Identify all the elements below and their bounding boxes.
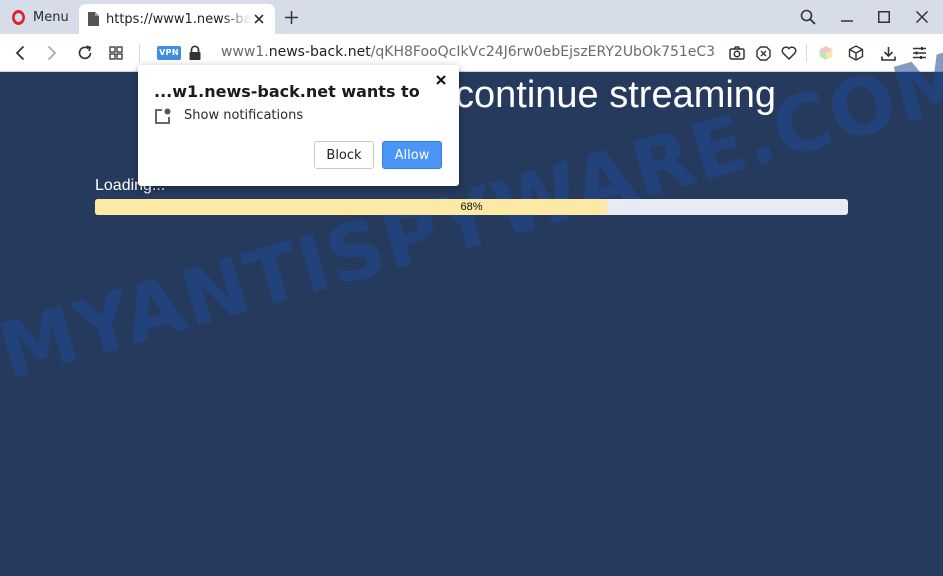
tab-strip: Menu https://www1.news-back.net/qKH8FooQ… [0, 0, 943, 34]
page-icon [88, 12, 99, 26]
extension-cube-colored-icon[interactable] [814, 41, 838, 65]
popup-title: ...w1.news-back.net wants to [154, 82, 420, 101]
maximize-icon[interactable] [873, 7, 895, 27]
snapshot-camera-icon[interactable] [725, 41, 749, 65]
forward-arrow-icon[interactable] [40, 41, 64, 65]
notification-permission-popup: ...w1.news-back.net wants to Show notifi… [138, 65, 459, 186]
toolbar-divider [139, 44, 140, 62]
ad-blocker-icon[interactable] [751, 41, 775, 65]
url-path: /qKH8FooQcIkVc24J6rw0ebEjszERY2UbOk751eC… [370, 44, 716, 60]
reload-icon[interactable] [73, 41, 97, 65]
block-button[interactable]: Block [314, 141, 374, 169]
lock-icon[interactable] [188, 45, 202, 61]
notification-bell-icon [155, 108, 171, 124]
active-tab[interactable]: https://www1.news-back.net/qKH8FooQcIkVc… [79, 4, 275, 34]
close-window-icon[interactable] [911, 7, 933, 27]
allow-button[interactable]: Allow [382, 141, 442, 169]
minimize-icon[interactable] [836, 7, 858, 27]
tab-close-icon[interactable] [250, 10, 268, 28]
new-tab-plus-icon[interactable] [281, 7, 301, 27]
back-arrow-icon[interactable] [8, 41, 32, 65]
page-headline: continue streaming [455, 74, 777, 116]
menu-label: Menu [33, 9, 69, 25]
progress-bar: 68% [95, 199, 848, 215]
vpn-badge[interactable]: VPN [157, 46, 181, 60]
search-tabs-icon[interactable] [797, 7, 819, 27]
url-host: news-back.net [268, 44, 371, 60]
url-prefix: www1. [221, 44, 269, 60]
opera-menu-button[interactable]: Menu [0, 0, 76, 34]
popup-close-icon[interactable] [432, 71, 450, 89]
speed-dial-grid-icon[interactable] [104, 41, 128, 65]
permission-label: Show notifications [184, 108, 304, 123]
address-bar-url[interactable]: www1.news-back.net/qKH8FooQcIkVc24J6rw0e… [221, 44, 718, 62]
tab-title: https://www1.news-back.net/qKH8FooQcIkVc… [106, 11, 251, 27]
toolbar-divider [806, 44, 807, 62]
progress-percent-label: 68% [460, 201, 483, 213]
opera-logo-icon [12, 9, 25, 25]
bookmark-heart-icon[interactable] [777, 41, 801, 65]
